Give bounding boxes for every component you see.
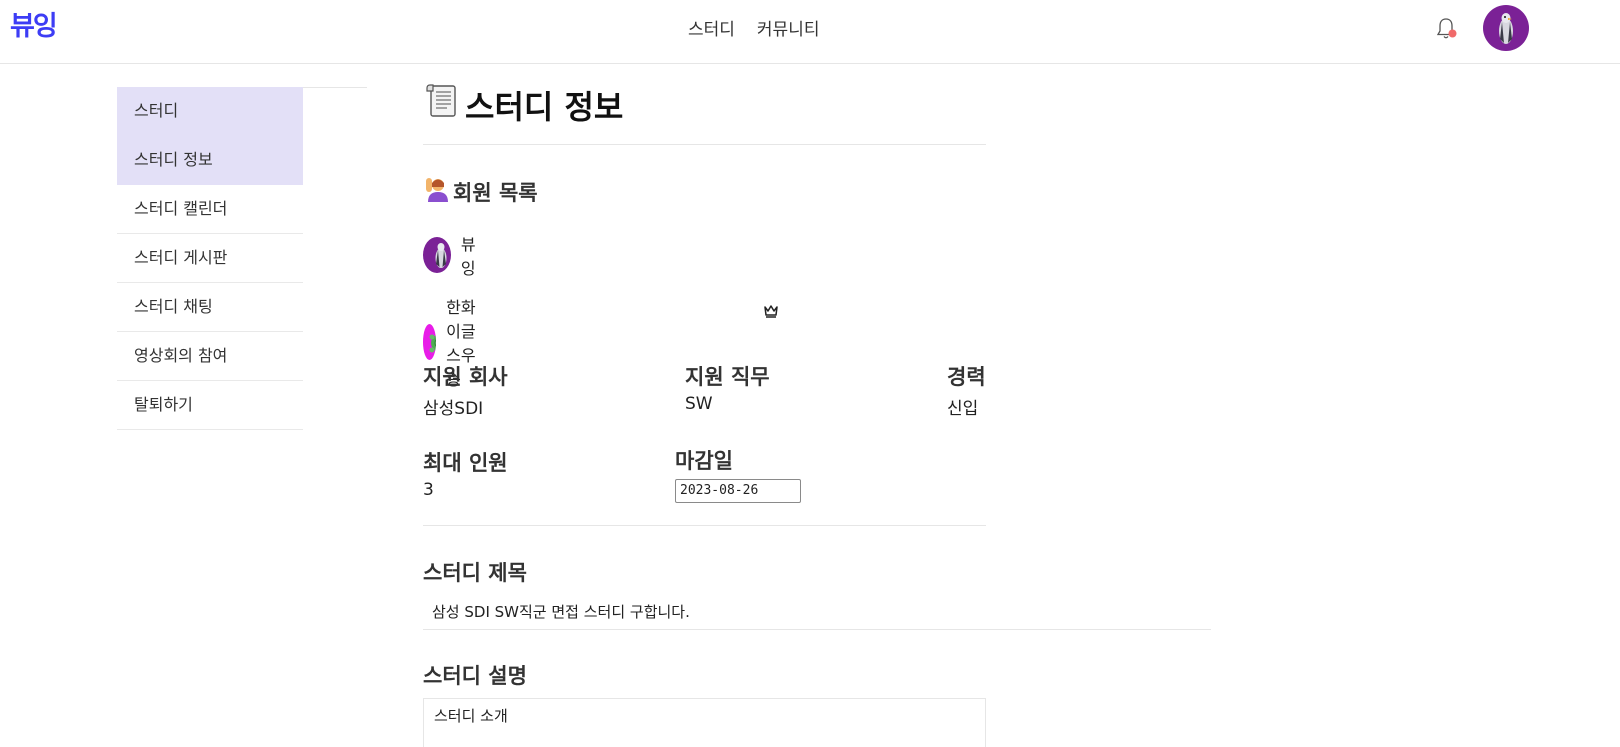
sidebar-item-study-info[interactable]: 스터디 정보 <box>117 136 303 185</box>
sidebar-item-video-meeting[interactable]: 영상회의 참여 <box>117 332 303 381</box>
penguin-avatar-icon <box>423 237 451 273</box>
study-desc-box[interactable]: 스터디 소개 <box>423 698 986 747</box>
app-logo[interactable]: 뷰잉 <box>10 4 58 43</box>
crown-icon <box>763 303 779 323</box>
bell-icon[interactable] <box>1434 16 1458 42</box>
study-title-label: 스터디 제목 <box>423 561 527 585</box>
career-label: 경력 <box>947 365 986 389</box>
fields-divider <box>423 525 986 526</box>
title-divider <box>423 144 986 145</box>
page-title-text: 스터디 정보 <box>465 88 624 126</box>
members-title-text: 회원 목록 <box>453 180 538 205</box>
max-members-label: 최대 인원 <box>423 451 508 475</box>
sidebar-item-board[interactable]: 스터디 게시판 <box>117 234 303 283</box>
sidebar-item-chat[interactable]: 스터디 채팅 <box>117 283 303 332</box>
top-nav: 스터디 커뮤니티 <box>688 15 819 40</box>
sidebar-item-calendar[interactable]: 스터디 캘린더 <box>117 185 303 234</box>
top-header: 뷰잉 스터디 커뮤니티 <box>0 0 1620 64</box>
company-label: 지원 회사 <box>423 365 508 389</box>
study-title-divider <box>423 629 1211 630</box>
study-desc-label: 스터디 설명 <box>423 664 527 688</box>
nav-study[interactable]: 스터디 <box>688 15 735 40</box>
career-value: 신입 <box>947 399 979 419</box>
max-members-value: 3 <box>423 480 434 500</box>
person-raising-hand-icon <box>423 175 451 208</box>
sidebar: 스터디 스터디 정보 스터디 캘린더 스터디 게시판 스터디 채팅 영상회의 참… <box>117 87 303 430</box>
nav-community[interactable]: 커뮤니티 <box>757 15 820 40</box>
sidebar-item-study[interactable]: 스터디 <box>117 87 303 136</box>
deadline-date-input[interactable]: 2023-08-26 <box>675 479 801 503</box>
page-title: 스터디 정보 <box>423 82 623 128</box>
member-row[interactable]: 뷰잉 <box>423 231 484 279</box>
profile-avatar[interactable] <box>1483 5 1529 51</box>
members-section-title: 회원 목록 <box>423 175 538 208</box>
study-title-value: 삼성 SDI SW직군 면접 스터디 구합니다. <box>432 603 690 621</box>
turtle-avatar-icon <box>423 324 437 360</box>
role-label: 지원 직무 <box>685 365 770 389</box>
role-value: SW <box>685 394 713 414</box>
company-value: 삼성SDI <box>423 399 484 419</box>
deadline-label: 마감일 <box>675 449 733 473</box>
sidebar-item-leave[interactable]: 탈퇴하기 <box>117 381 303 430</box>
scroll-icon <box>423 82 461 128</box>
member-name: 뷰잉 <box>460 235 476 278</box>
